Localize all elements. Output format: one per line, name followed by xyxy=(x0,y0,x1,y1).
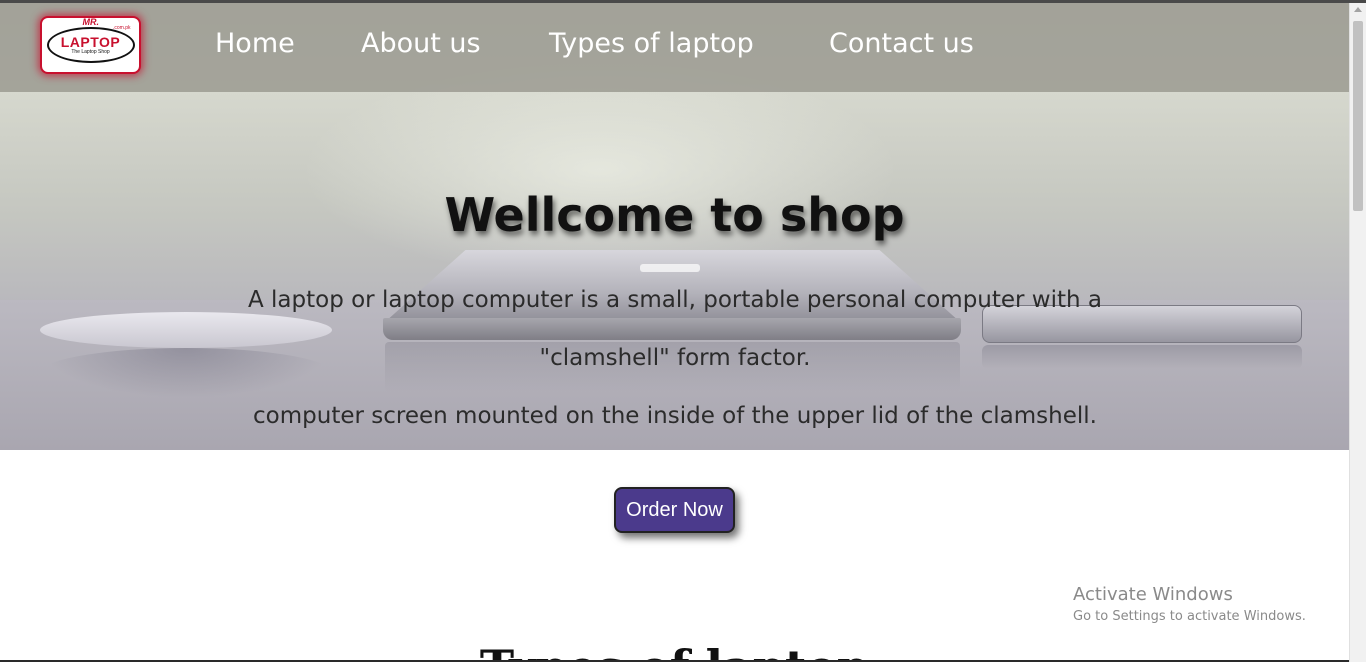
hero-light-glow xyxy=(300,60,900,280)
nav-link-home[interactable]: Home xyxy=(215,25,295,63)
nav-link-types-of-laptop[interactable]: Types of laptop xyxy=(549,25,754,63)
nav-link-contact-us[interactable]: Contact us xyxy=(829,25,974,63)
logo-tagline: The Laptop Shop xyxy=(71,48,110,55)
hero-title: Wellcome to shop xyxy=(444,188,905,242)
logo-brand-main: LAPTOP xyxy=(60,33,121,50)
site-logo[interactable]: MR. .com.pk LAPTOP The Laptop Shop xyxy=(40,16,141,74)
window-top-border xyxy=(0,0,1366,3)
activate-windows-title: Activate Windows xyxy=(1073,584,1233,605)
activate-windows-subtitle: Go to Settings to activate Windows. xyxy=(1073,609,1306,624)
laptop-base-image xyxy=(383,318,961,340)
logo-brand-top: MR. xyxy=(82,17,100,27)
mouse-image xyxy=(40,312,332,348)
hero-text-line-2: "clamshell" form factor. xyxy=(539,345,811,371)
nav-link-about-us[interactable]: About us xyxy=(361,25,481,63)
order-now-button[interactable]: Order Now xyxy=(614,487,735,533)
logo-ring: MR. .com.pk LAPTOP The Laptop Shop xyxy=(46,17,135,63)
apple-logo-icon xyxy=(640,264,700,272)
activate-windows-watermark: Activate Windows Go to Settings to activ… xyxy=(1073,583,1306,627)
top-navbar: MR. .com.pk LAPTOP The Laptop Shop Home … xyxy=(0,3,1349,92)
vertical-scrollbar[interactable] xyxy=(1349,3,1366,662)
scrollbar-thumb[interactable] xyxy=(1353,21,1363,211)
scroll-up-arrow-icon[interactable] xyxy=(1354,7,1362,12)
hero-text-line-1: A laptop or laptop computer is a small, … xyxy=(247,287,1103,313)
logo-brand-domain: .com.pk xyxy=(112,25,131,31)
hero-text-line-3: computer screen mounted on the inside of… xyxy=(253,403,1097,429)
